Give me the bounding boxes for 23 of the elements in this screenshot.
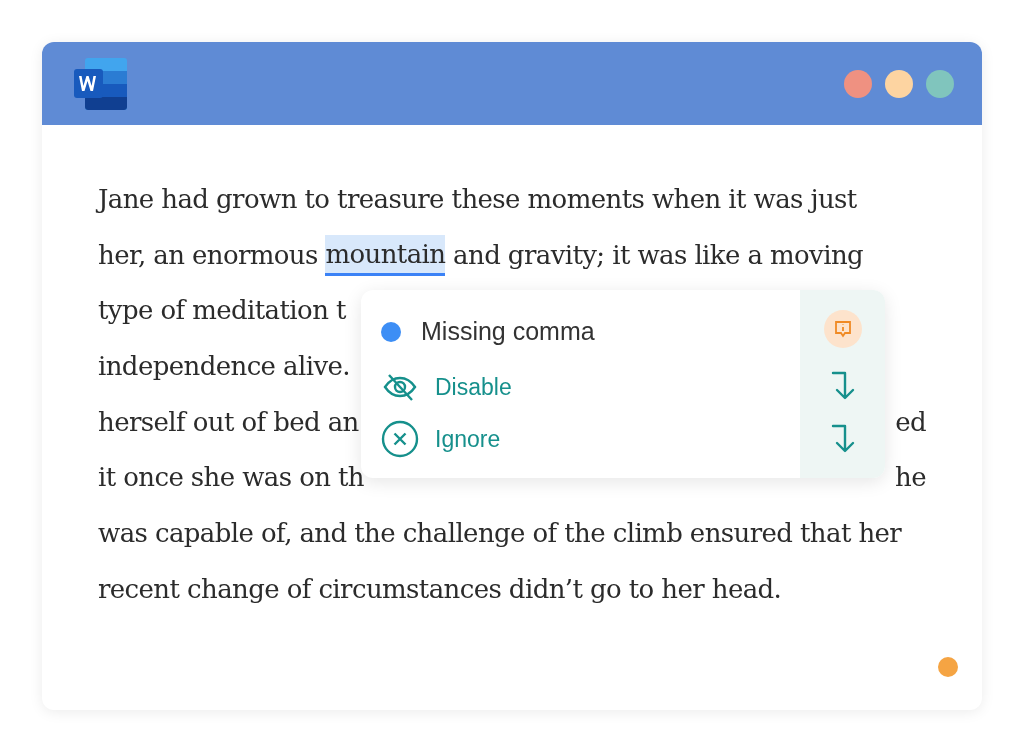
- text-line: type of meditation t: [98, 294, 346, 328]
- flagged-word[interactable]: mountain: [325, 235, 446, 277]
- text-line: was capable of, and the challenge of the climb ensured that her: [98, 517, 902, 551]
- text-line: ed: [895, 405, 926, 439]
- window-control-button[interactable]: [926, 69, 954, 98]
- close-circle-icon: [381, 420, 419, 458]
- eye-off-icon: [383, 373, 417, 401]
- text-line: independence alive.: [98, 350, 350, 384]
- window-control-button[interactable]: [844, 69, 872, 98]
- action-button[interactable]: Ignore: [381, 418, 800, 460]
- turn-down-arrow-icon[interactable]: [830, 370, 855, 400]
- text-line: herself out of bed an: [98, 405, 359, 439]
- suggestion-title: Missing comma: [421, 316, 595, 348]
- action-button[interactable]: Disable: [381, 366, 800, 408]
- text-line: and gravity; it was like a moving: [452, 238, 864, 272]
- text-line: her, an enormous: [98, 238, 319, 272]
- turn-down-arrow-icon[interactable]: [830, 423, 855, 453]
- text-line: recent change of circumstances didn’t go to her head.: [98, 572, 782, 606]
- window-control-button[interactable]: [885, 69, 913, 98]
- text-line: he: [895, 461, 926, 495]
- text-line: it once she was on th: [98, 461, 364, 495]
- word-logo-icon: [73, 55, 129, 112]
- info-badge-icon: [823, 310, 862, 348]
